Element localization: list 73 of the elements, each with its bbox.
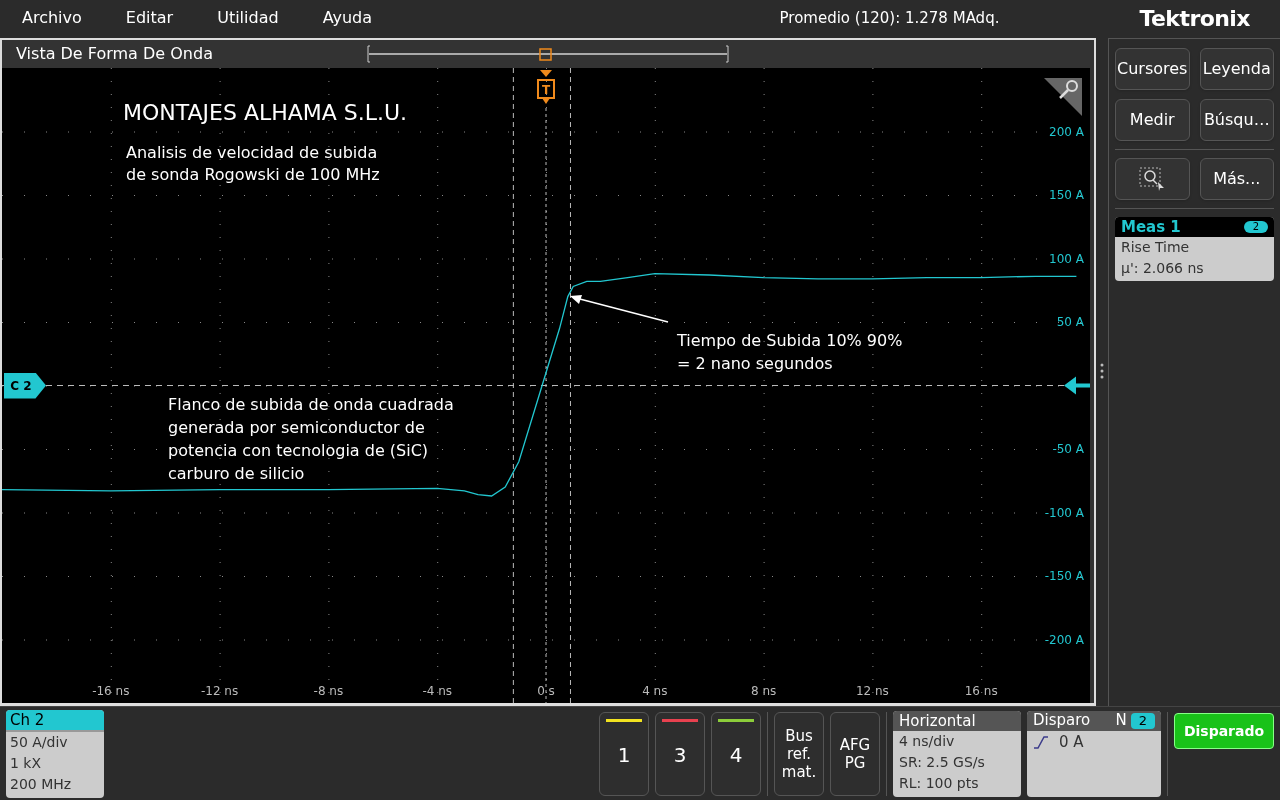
zoom-select-icon: [1138, 166, 1167, 192]
axis-tick-label: 200 A: [1049, 124, 1084, 139]
axis-tick-label: -150 A: [1044, 569, 1084, 583]
trigger-title: Disparo: [1033, 710, 1091, 732]
channel-card[interactable]: Ch 2 50 A/div 1 kX 200 MHz: [6, 709, 104, 798]
measurement-name: Rise Time: [1120, 238, 1191, 257]
panel-button[interactable]: Leyenda: [1199, 48, 1274, 90]
channel-button[interactable]: 3: [655, 711, 705, 796]
annotation-text: Flanco de subida de onda cuadrada: [168, 394, 454, 416]
axis-tick-label: -8 ns: [313, 684, 344, 698]
panel-button[interactable]: Medir: [1115, 99, 1190, 141]
axis-tick-label: -200 A: [1044, 632, 1084, 647]
menu-button[interactable]: Bus ref. mat.: [774, 711, 824, 796]
horizontal-setting: RL: 100 pts: [898, 773, 980, 793]
panel-button[interactable]: Cursores: [1115, 48, 1190, 90]
measurement-card[interactable]: Meas 1 2 Rise Time µ': 2.066 ns: [1115, 217, 1274, 281]
measurement-value: µ': 2.066 ns: [1120, 259, 1205, 278]
trigger-mode: N: [1115, 710, 1127, 732]
horizontal-card[interactable]: Horizontal 4 ns/div SR: 2.5 GS/s RL: 100 pts: [893, 710, 1021, 797]
annotation-text: carburo de silicio: [168, 463, 306, 485]
axis-tick-label: 8 ns: [750, 684, 777, 698]
brand-logo: Tektronix: [1139, 4, 1250, 33]
description-text: de sonda Rogowski de 100 MHz: [126, 164, 380, 186]
channel-card-title: Ch 2: [6, 709, 104, 732]
menu-item[interactable]: Archivo: [22, 6, 82, 30]
menu-item[interactable]: Editar: [125, 6, 174, 30]
trigger-level: 0 A: [1059, 731, 1084, 753]
axis-tick-label: -16 ns: [92, 684, 130, 698]
screen-heading: MONTAJES ALHAMA S.L.U.: [123, 99, 408, 127]
panel-button[interactable]: Más...: [1199, 158, 1274, 200]
zoom-select-button[interactable]: [1115, 158, 1190, 200]
ground-level-arrow-icon[interactable]: [1064, 376, 1090, 395]
axis-tick-label: 50 A: [1056, 315, 1084, 329]
axis-tick-label: 100 A: [1049, 251, 1084, 266]
record-overview-bar[interactable]: [366, 44, 730, 64]
channel-setting: 1 kX: [9, 753, 43, 773]
panel-button[interactable]: Búsqu…: [1199, 99, 1274, 141]
trigger-marker-icon[interactable]: [537, 70, 555, 104]
axis-tick-label: 150 A: [1049, 188, 1084, 202]
menu-item[interactable]: Ayuda: [322, 6, 373, 30]
channel-setting: 50 A/div: [9, 732, 69, 752]
channel-setting: 200 MHz: [9, 774, 73, 794]
horizontal-title: Horizontal: [893, 710, 1021, 731]
channel-marker[interactable]: C 2: [4, 372, 46, 399]
axis-tick-label: 12 ns: [855, 684, 889, 698]
axis-tick-label: 0 s: [537, 684, 555, 698]
measurement-title: Meas 1: [1121, 217, 1181, 238]
acquisition-status: Promedio (120): 1.278 MAdq.: [779, 7, 1000, 29]
annotation-text: potencia con tecnologia de (SiC): [168, 440, 430, 462]
channel-button[interactable]: 4: [711, 711, 761, 796]
channel-button[interactable]: 1: [599, 711, 649, 796]
more-handle-icon[interactable]: [1100, 363, 1104, 379]
annotation-text: Tiempo de Subida 10% 90%: [677, 330, 903, 352]
rising-edge-icon: [1033, 734, 1049, 749]
channel-badge: 2: [1243, 221, 1268, 233]
trigger-marker-label: T: [541, 83, 551, 97]
annotation-text: generada por semiconductor de: [168, 417, 426, 439]
axis-tick-label: -100 A: [1044, 505, 1084, 520]
axis-tick-label: -12 ns: [200, 684, 239, 698]
zoom-corner-icon[interactable]: [1044, 78, 1082, 116]
axis-tick-label: -4 ns: [422, 684, 452, 698]
channel-badge: 2: [1130, 712, 1155, 729]
axis-tick-label: 16 ns: [964, 684, 998, 698]
menu-item[interactable]: Utilidad: [217, 6, 279, 30]
menu-button[interactable]: AFG PG: [830, 711, 880, 796]
horizontal-setting: SR: 2.5 GS/s: [898, 752, 986, 772]
axis-tick-label: 4 ns: [642, 684, 668, 698]
horizontal-setting: 4 ns/div: [898, 731, 956, 751]
view-title: Vista De Forma De Onda: [16, 43, 213, 65]
axis-tick-label: -50 A: [1052, 442, 1084, 456]
annotation-text: = 2 nano segundos: [677, 353, 834, 375]
trigger-card[interactable]: Disparo N 2 0 A: [1027, 710, 1161, 797]
description-text: Analisis de velocidad de subida: [126, 142, 379, 164]
